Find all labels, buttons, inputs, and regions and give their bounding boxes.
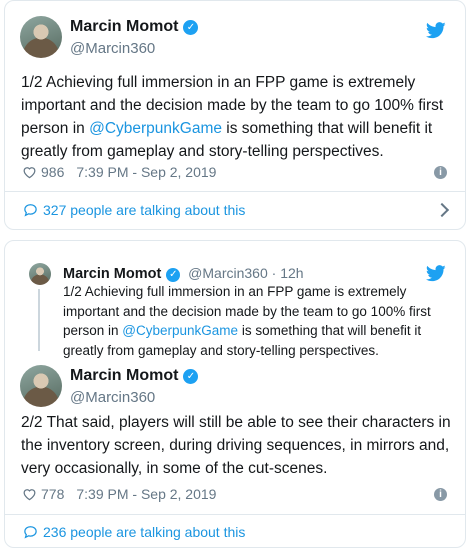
quoted-avatar[interactable] bbox=[29, 263, 51, 285]
thread-line bbox=[38, 289, 40, 351]
author-handle[interactable]: @Marcin360 bbox=[70, 40, 155, 57]
like-count[interactable]: 986 bbox=[41, 164, 64, 180]
heart-icon[interactable] bbox=[22, 165, 37, 179]
like-count[interactable]: 778 bbox=[41, 486, 64, 502]
comment-bubble-icon bbox=[24, 204, 37, 217]
author-name[interactable]: Marcin Momot ✓ bbox=[70, 18, 199, 36]
timestamp[interactable]: 7:39 PM - Sep 2, 2019 bbox=[76, 486, 216, 502]
verified-icon: ✓ bbox=[166, 268, 181, 282]
tweet-text: 2/2 That said, players will still be abl… bbox=[21, 414, 451, 477]
info-icon[interactable]: i bbox=[434, 166, 447, 179]
talking-about-link[interactable]: 236 people are talking about this bbox=[5, 515, 465, 549]
verified-icon: ✓ bbox=[183, 369, 199, 384]
quoted-tweet-text: 1/2 Achieving full immersion in an FPP g… bbox=[63, 282, 455, 360]
author-name-text[interactable]: Marcin Momot bbox=[70, 367, 178, 384]
quoted-age[interactable]: 12h bbox=[280, 265, 303, 281]
author-name[interactable]: Marcin Momot ✓ bbox=[70, 367, 199, 385]
separator-dot: · bbox=[271, 265, 277, 281]
tweet-text: 1/2 Achieving full immersion in an FPP g… bbox=[21, 71, 451, 163]
talking-about-text: 236 people are talking about this bbox=[43, 524, 246, 540]
chevron-right-icon bbox=[434, 202, 450, 218]
comment-bubble-icon bbox=[24, 526, 37, 539]
avatar[interactable] bbox=[20, 365, 62, 407]
tweet-meta: 986 7:39 PM - Sep 2, 2019 bbox=[22, 164, 216, 180]
mention-link[interactable]: @CyberpunkGame bbox=[89, 120, 222, 137]
twitter-bird-icon[interactable] bbox=[426, 22, 446, 39]
author-name-text[interactable]: Marcin Momot bbox=[70, 18, 178, 35]
info-icon[interactable]: i bbox=[434, 488, 447, 501]
divider bbox=[5, 191, 465, 192]
tweet-card-1: Marcin Momot ✓ @Marcin360 1/2 Achieving f… bbox=[4, 0, 466, 230]
heart-icon[interactable] bbox=[22, 487, 37, 501]
quoted-header: Marcin Momot ✓ @Marcin360 · 12h bbox=[63, 265, 304, 282]
quoted-handle[interactable]: @Marcin360 bbox=[188, 265, 268, 281]
author-handle[interactable]: @Marcin360 bbox=[70, 389, 155, 406]
talking-about-link[interactable]: 327 people are talking about this bbox=[5, 193, 465, 227]
tweet-meta: 778 7:39 PM - Sep 2, 2019 bbox=[22, 486, 216, 502]
verified-icon: ✓ bbox=[183, 20, 199, 35]
timestamp[interactable]: 7:39 PM - Sep 2, 2019 bbox=[76, 164, 216, 180]
talking-about-text: 327 people are talking about this bbox=[43, 202, 246, 218]
quoted-author-name[interactable]: Marcin Momot bbox=[63, 266, 161, 282]
mention-link[interactable]: @CyberpunkGame bbox=[122, 323, 238, 338]
twitter-bird-icon[interactable] bbox=[426, 265, 446, 282]
tweet-card-2: Marcin Momot ✓ @Marcin360 · 12h 1/2 Achie… bbox=[4, 240, 466, 548]
avatar[interactable] bbox=[20, 16, 62, 58]
